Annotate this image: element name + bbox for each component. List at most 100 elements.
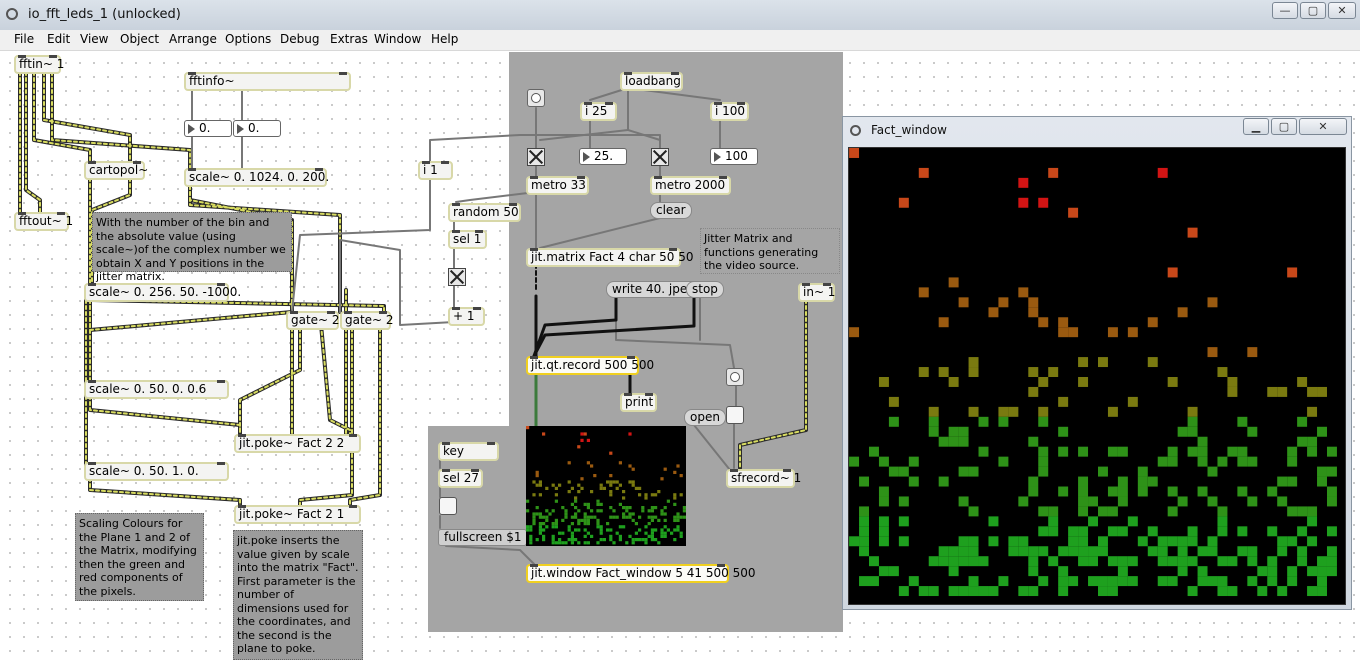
menu-file[interactable]: File — [14, 32, 34, 46]
jit-matrix-object[interactable]: jit.matrix Fact 4 char 50 50 — [526, 248, 694, 267]
int-1-object[interactable]: i 1 — [418, 161, 453, 180]
fact-led-pixel — [988, 307, 999, 318]
number-25[interactable]: 25. — [579, 148, 627, 165]
jit-qt-record-object[interactable]: jit.qt.record 500 500 — [526, 356, 654, 375]
fact-led-pixel — [1267, 526, 1278, 537]
maximize-button[interactable]: ▢ — [1300, 2, 1326, 19]
toggle-metro-2000[interactable] — [651, 148, 669, 166]
menu-extras[interactable]: Extras — [330, 32, 368, 46]
preview-led-pixel — [612, 480, 616, 484]
fullscreen-message[interactable]: fullscreen $1 — [438, 529, 528, 546]
fact-led-pixel — [1078, 357, 1089, 368]
fact-led-pixel — [988, 586, 999, 597]
open-message[interactable]: open — [684, 409, 726, 426]
plus-1-object[interactable]: + 1 — [448, 307, 485, 326]
scale-1024-object[interactable]: scale~ 0. 1024. 0. 200. — [184, 168, 329, 187]
preview-led-pixel — [679, 493, 683, 497]
cartopol-object[interactable]: cartopol~ — [84, 161, 148, 180]
fftinfo-number-b[interactable]: 0. — [233, 120, 281, 137]
preview-led-pixel — [631, 541, 635, 545]
fact-close-button[interactable]: ✕ — [1299, 118, 1347, 135]
title-bar: io_fft_leds_1 (unlocked) — ▢ ✕ — [0, 0, 1360, 30]
number-100[interactable]: 100 — [710, 148, 758, 165]
fact-minimize-button[interactable]: ▁ — [1243, 118, 1269, 135]
fact-led-pixel — [1058, 396, 1069, 407]
key-object[interactable]: key — [438, 442, 499, 461]
fftin-object[interactable]: fftin~ 1 — [14, 55, 64, 74]
menu-edit[interactable]: Edit — [47, 32, 70, 46]
fact-window[interactable]: Fact_window ▁ ▢ ✕ — [842, 116, 1352, 610]
print-object[interactable]: print — [620, 393, 657, 412]
fact-led-pixel — [1247, 347, 1258, 358]
preview-led-pixel — [574, 528, 578, 532]
fact-led-pixel — [918, 586, 929, 597]
sel-27-object[interactable]: sel 27 — [438, 469, 483, 488]
metro-2000-object[interactable]: metro 2000 — [650, 176, 731, 195]
in-1-object[interactable]: in~ 1 — [798, 283, 835, 302]
preview-led-pixel — [599, 486, 603, 490]
jit-poke-2-1-object[interactable]: jit.poke~ Fact 2 1 — [234, 505, 361, 524]
preview-led-pixel — [526, 426, 530, 430]
preview-led-pixel — [574, 512, 578, 516]
jit-poke-2-2-object[interactable]: jit.poke~ Fact 2 2 — [234, 434, 361, 453]
fullscreen-toggle-button[interactable] — [439, 497, 457, 515]
fact-led-pixel — [1207, 347, 1218, 358]
scale-50-06-object[interactable]: scale~ 0. 50. 0. 0.6 — [84, 380, 229, 399]
menu-debug[interactable]: Debug — [280, 32, 319, 46]
menu-options[interactable]: Options — [225, 32, 271, 46]
fact-led-pixel — [1217, 576, 1228, 587]
int-25-object[interactable]: i 25 — [580, 102, 617, 121]
fact-led-pixel — [1177, 556, 1188, 567]
preview-led-pixel — [583, 522, 587, 526]
gate-object-b[interactable]: gate~ 2 — [340, 311, 394, 330]
preview-led-pixel — [570, 502, 574, 506]
fact-led-pixel — [958, 586, 969, 597]
fact-led-pixel — [1147, 546, 1158, 557]
fact-led-pixel — [878, 536, 889, 547]
toggle-random[interactable] — [448, 268, 466, 286]
menu-window[interactable]: Window — [374, 32, 421, 46]
fact-led-pixel — [1117, 576, 1128, 587]
bang-record[interactable] — [726, 368, 744, 386]
preview-led-pixel — [650, 534, 654, 538]
minimize-button[interactable]: — — [1272, 2, 1298, 19]
menu-help[interactable]: Help — [431, 32, 458, 46]
random-object[interactable]: random 50 — [448, 203, 521, 222]
scale-50-1-object[interactable]: scale~ 0. 50. 1. 0. — [84, 462, 229, 481]
sfrecord-object[interactable]: sfrecord~ 1 — [726, 469, 801, 488]
fact-led-pixel — [849, 536, 860, 547]
fact-led-pixel — [1107, 586, 1118, 597]
int-100-object[interactable]: i 100 — [710, 102, 749, 121]
preview-led-pixel — [618, 502, 622, 506]
jit-window-object[interactable]: jit.window Fact_window 5 41 500 500 — [526, 564, 755, 583]
fftinfo-number-a[interactable]: 0. — [184, 120, 232, 137]
preview-led-pixel — [538, 493, 542, 497]
fftinfo-object[interactable]: fftinfo~ — [184, 72, 351, 91]
menu-object[interactable]: Object — [120, 32, 159, 46]
close-button[interactable]: ✕ — [1328, 2, 1356, 19]
fact-led-pixel — [1307, 506, 1318, 517]
fact-led-pixel — [1058, 446, 1069, 457]
scale-256-object[interactable]: scale~ 0. 256. 50. -1000. — [84, 283, 241, 302]
toggle-metro-33[interactable] — [527, 148, 545, 166]
fact-maximize-button[interactable]: ▢ — [1271, 118, 1297, 135]
clear-message[interactable]: clear — [650, 202, 692, 219]
gate-object-a[interactable]: gate~ 2 — [286, 311, 340, 330]
preview-led-pixel — [663, 467, 667, 471]
menu-arrange[interactable]: Arrange — [169, 32, 217, 46]
bang-metro[interactable] — [527, 89, 545, 107]
fftout-object[interactable]: fftout~ 1 — [14, 212, 73, 231]
stop-message[interactable]: stop — [686, 281, 724, 298]
loadbang-object[interactable]: loadbang — [620, 72, 683, 91]
record-toggle-button[interactable] — [726, 406, 744, 424]
preview-led-pixel — [663, 531, 667, 535]
metro-33-object[interactable]: metro 33 — [526, 176, 589, 195]
preview-led-pixel — [647, 522, 651, 526]
sel-1-object[interactable]: sel 1 — [448, 230, 487, 249]
preview-led-pixel — [570, 486, 574, 490]
fact-led-pixel — [1167, 376, 1178, 387]
menu-view[interactable]: View — [80, 32, 108, 46]
preview-led-pixel — [551, 509, 555, 513]
fact-led-pixel — [1187, 536, 1198, 547]
fact-led-pixel — [1217, 556, 1228, 567]
